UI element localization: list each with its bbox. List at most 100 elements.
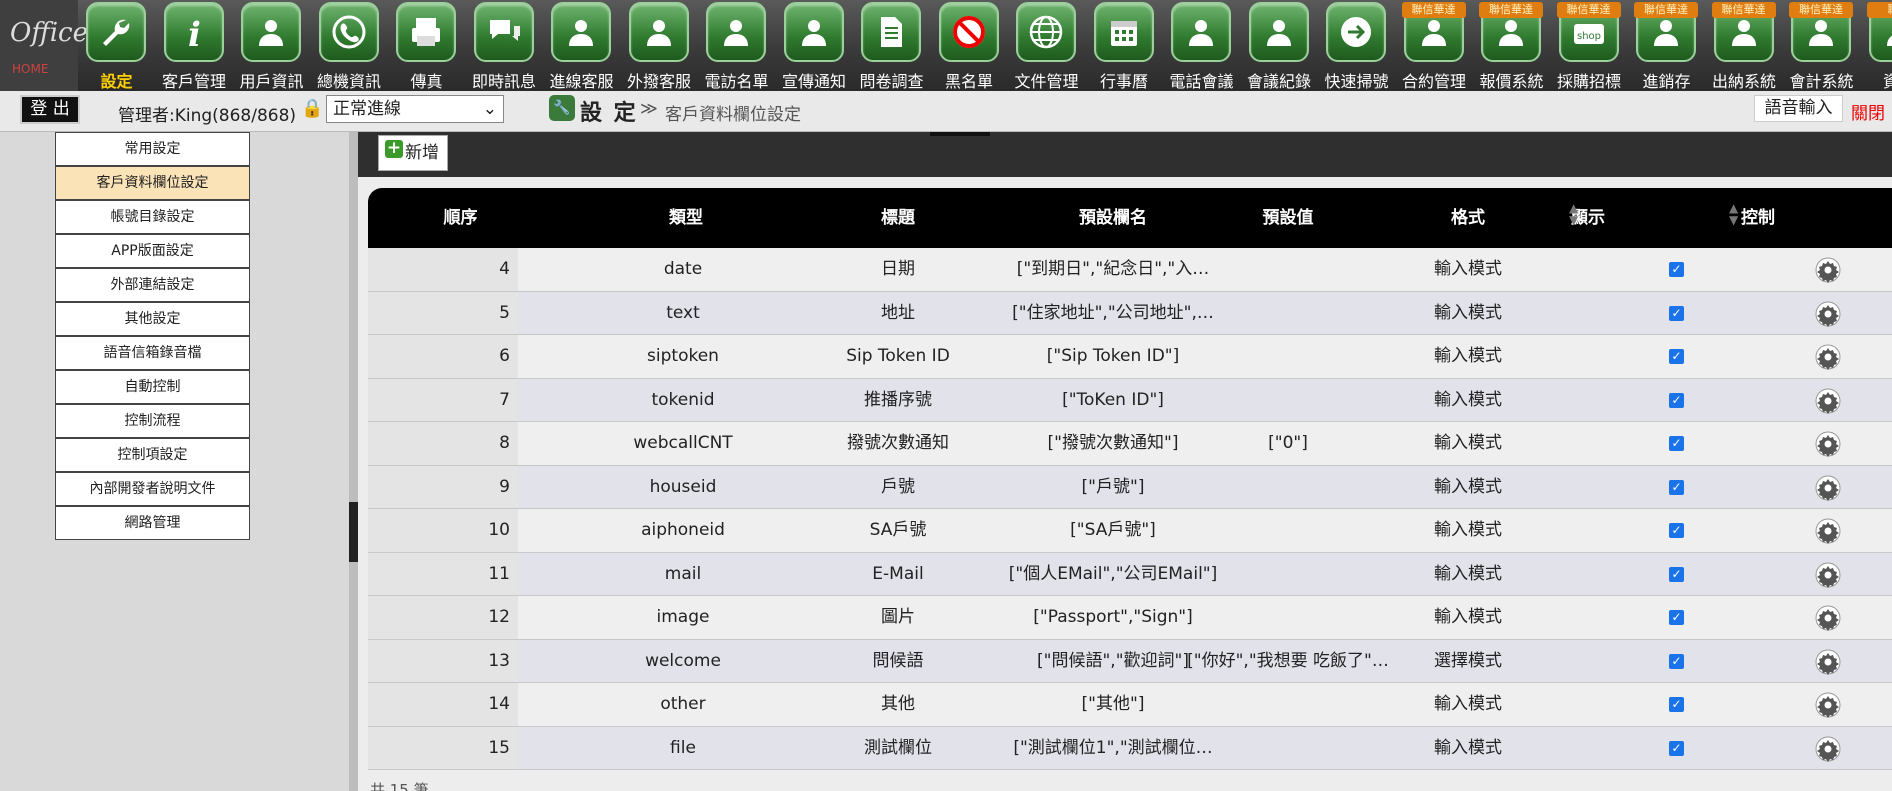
order-cell: 15	[368, 726, 518, 769]
toolbar-item-2[interactable]: 用戶資訊	[233, 0, 310, 91]
toolbar-item-4[interactable]: 傳真	[388, 0, 465, 91]
calendar-icon	[1093, 2, 1154, 62]
sidebar-item[interactable]: 其他設定	[55, 302, 250, 336]
sidebar-item[interactable]: 內部開發者說明文件	[55, 472, 250, 506]
show-checkbox[interactable]: ✓	[1669, 392, 1684, 408]
toolbar-item-18[interactable]: 聯信華達 報價系統	[1473, 0, 1550, 91]
table-row[interactable]: 10 aiphoneid SA戶號 ["SA戶號"] 輸入模式 ✓	[368, 509, 1892, 553]
logout-button[interactable]: 登 出	[20, 95, 80, 124]
gear-icon[interactable]	[1815, 692, 1841, 718]
format-cell: 輸入模式	[1434, 607, 1502, 627]
format-cell: 輸入模式	[1434, 302, 1502, 323]
close-button[interactable]: 關閉	[1851, 99, 1885, 124]
toolbar-item-20[interactable]: 聯信華達 進銷存	[1628, 0, 1705, 91]
table-row[interactable]: 11 mail E-Mail ["個人EMail","公司EMail"] 輸入模式 ✓	[368, 552, 1892, 596]
show-checkbox[interactable]: ✓	[1669, 697, 1684, 712]
show-checkbox[interactable]: ✓	[1669, 653, 1684, 669]
gear-icon[interactable]	[1815, 605, 1841, 631]
toolbar-item-19[interactable]: shop 聯信華達 採購招標	[1551, 0, 1628, 91]
phone-icon	[318, 2, 379, 62]
sidebar-item[interactable]: 控制項設定	[55, 438, 250, 472]
toolbar-item-5[interactable]: 即時訊息	[466, 0, 543, 91]
table-row[interactable]: 14 other 其他 ["其他"] 輸入模式 ✓	[368, 683, 1892, 727]
gear-icon[interactable]	[1815, 518, 1841, 544]
toolbar-item-13[interactable]: 行事曆	[1086, 0, 1163, 91]
line-mode-select[interactable]: 正常進線 ⌄	[326, 95, 504, 123]
toolbar-item-label: 設定	[100, 72, 133, 91]
show-checkbox[interactable]: ✓	[1669, 436, 1684, 451]
sidebar: 常用設定 客戶資料欄位設定 帳號目錄設定 APP版面設定 外部連結設定 其他設定 語音信箱錄…	[0, 132, 350, 791]
toolbar-item-10[interactable]: 問卷調查	[853, 0, 930, 91]
sidebar-item[interactable]: 語音信箱錄音檔	[55, 336, 250, 370]
table-row[interactable]: 12 image 圖片 ["Passport","Sign"] 輸入模式 ✓	[368, 596, 1892, 640]
toolbar-item-7[interactable]: 外撥客服	[621, 0, 698, 91]
toolbar-item-6[interactable]: 進線客服	[543, 0, 620, 91]
show-checkbox[interactable]: ✓	[1669, 305, 1684, 321]
divider-handle[interactable]	[349, 502, 358, 562]
toolbar-item-label: 總機資訊	[316, 72, 381, 91]
toolbar-item-15[interactable]: 會議紀錄	[1241, 0, 1318, 91]
gear-icon[interactable]	[1815, 388, 1841, 414]
sidebar-divider[interactable]	[349, 132, 358, 791]
sort-icon[interactable]: ▲ ▼	[1729, 202, 1738, 226]
table-row[interactable]: 9 houseid 戶號 ["戶號"] 輸入模式 ✓	[368, 465, 1892, 509]
show-checkbox[interactable]: ✓	[1669, 349, 1684, 364]
toolbar-item-3[interactable]: 總機資訊	[311, 0, 388, 91]
show-checkbox[interactable]: ✓	[1669, 610, 1684, 625]
sidebar-item[interactable]: 常用設定	[55, 132, 250, 166]
line-mode-value: 正常進線	[333, 99, 401, 119]
sidebar-item[interactable]: 外部連結設定	[55, 268, 250, 302]
toolbar-item-12[interactable]: 文件管理	[1008, 0, 1085, 91]
table-row[interactable]: 8 webcallCNT 撥號次數通知 ["撥號次數通知"] ["0"] 輸入模式 ✓	[368, 422, 1892, 466]
sidebar-item[interactable]: APP版面設定	[55, 234, 250, 268]
toolbar-item-16[interactable]: 快速掃號	[1318, 0, 1395, 91]
toolbar-item-0[interactable]: 設定	[78, 0, 155, 91]
add-button[interactable]: + 新增	[378, 135, 448, 171]
show-checkbox[interactable]: ✓	[1669, 479, 1684, 495]
toolbar-item-14[interactable]: 電話會議	[1163, 0, 1240, 91]
toolbar-item-17[interactable]: 聯信華達 合約管理	[1396, 0, 1473, 91]
toolbar-item-label: 傳真	[410, 72, 443, 91]
toolbar-item-1[interactable]: i 客戶管理	[156, 0, 233, 91]
table-row[interactable]: 4 date 日期 ["到期日","紀念日","入… 輸入模式 ✓	[368, 248, 1892, 292]
gear-icon[interactable]	[1815, 344, 1841, 370]
toolbar-item-23[interactable]: 聯信資產	[1861, 0, 1892, 91]
show-checkbox[interactable]: ✓	[1669, 740, 1684, 756]
table-row[interactable]: 13 welcome 問候語 ["問候語","歡迎詞"] ["你好","我想要 吃飯了"…	[368, 639, 1892, 683]
show-checkbox[interactable]: ✓	[1669, 262, 1684, 277]
gear-icon[interactable]	[1815, 649, 1841, 675]
format-cell: 輸入模式	[1434, 694, 1502, 714]
toolbar-item-22[interactable]: 聯信華達 會計系統	[1783, 0, 1860, 91]
show-checkbox[interactable]: ✓	[1669, 566, 1684, 582]
table-row[interactable]: 7 tokenid 推播序號 ["ToKen ID"] 輸入模式 ✓	[368, 378, 1892, 422]
table-row[interactable]: 6 siptoken Sip Token ID ["Sip Token ID"] 輸入模…	[368, 335, 1892, 379]
sidebar-item[interactable]: 客戶資料欄位設定	[55, 166, 250, 200]
blocked-phone-icon	[938, 2, 999, 62]
app-logo[interactable]: Office HOME	[0, 0, 88, 91]
headset-list-icon	[706, 2, 766, 62]
toolbar-item-8[interactable]: 電訪名單	[698, 0, 775, 91]
sidebar-item[interactable]: 網路管理	[55, 506, 250, 540]
toolbar-item-21[interactable]: 聯信華達 出納系統	[1706, 0, 1783, 91]
gear-icon[interactable]	[1815, 301, 1841, 327]
wrench-icon: 🔧	[549, 95, 575, 121]
gear-icon[interactable]	[1815, 475, 1841, 501]
sort-icon[interactable]: ▲ ▼	[1569, 202, 1578, 226]
sidebar-item[interactable]: 控制流程	[55, 404, 250, 438]
order-cell: 6	[368, 335, 518, 378]
promo-badge: 聯信	[1866, 2, 1892, 18]
toolbar-item-9[interactable]: 宣傳通知	[776, 0, 853, 91]
toolbar-item-11[interactable]: 黑名單	[931, 0, 1008, 91]
show-checkbox[interactable]: ✓	[1669, 523, 1684, 538]
gear-icon[interactable]	[1815, 562, 1841, 588]
sidebar-item[interactable]: 帳號目錄設定	[55, 200, 250, 234]
table-row[interactable]: 15 file 測試欄位 ["測試欄位1","測試欄位… 輸入模式 ✓	[368, 726, 1892, 770]
gear-icon[interactable]	[1815, 736, 1841, 762]
sidebar-item[interactable]: 自動控制	[55, 370, 250, 404]
column-header[interactable]: 控制	[1658, 188, 1858, 248]
logo-home-text: HOME	[12, 62, 49, 76]
gear-icon[interactable]	[1815, 257, 1841, 283]
gear-icon[interactable]	[1815, 431, 1841, 457]
table-row[interactable]: 5 text 地址 ["住家地址","公司地址",… 輸入模式 ✓	[368, 291, 1892, 335]
voice-input-button[interactable]: 語音輸入	[1754, 95, 1843, 122]
